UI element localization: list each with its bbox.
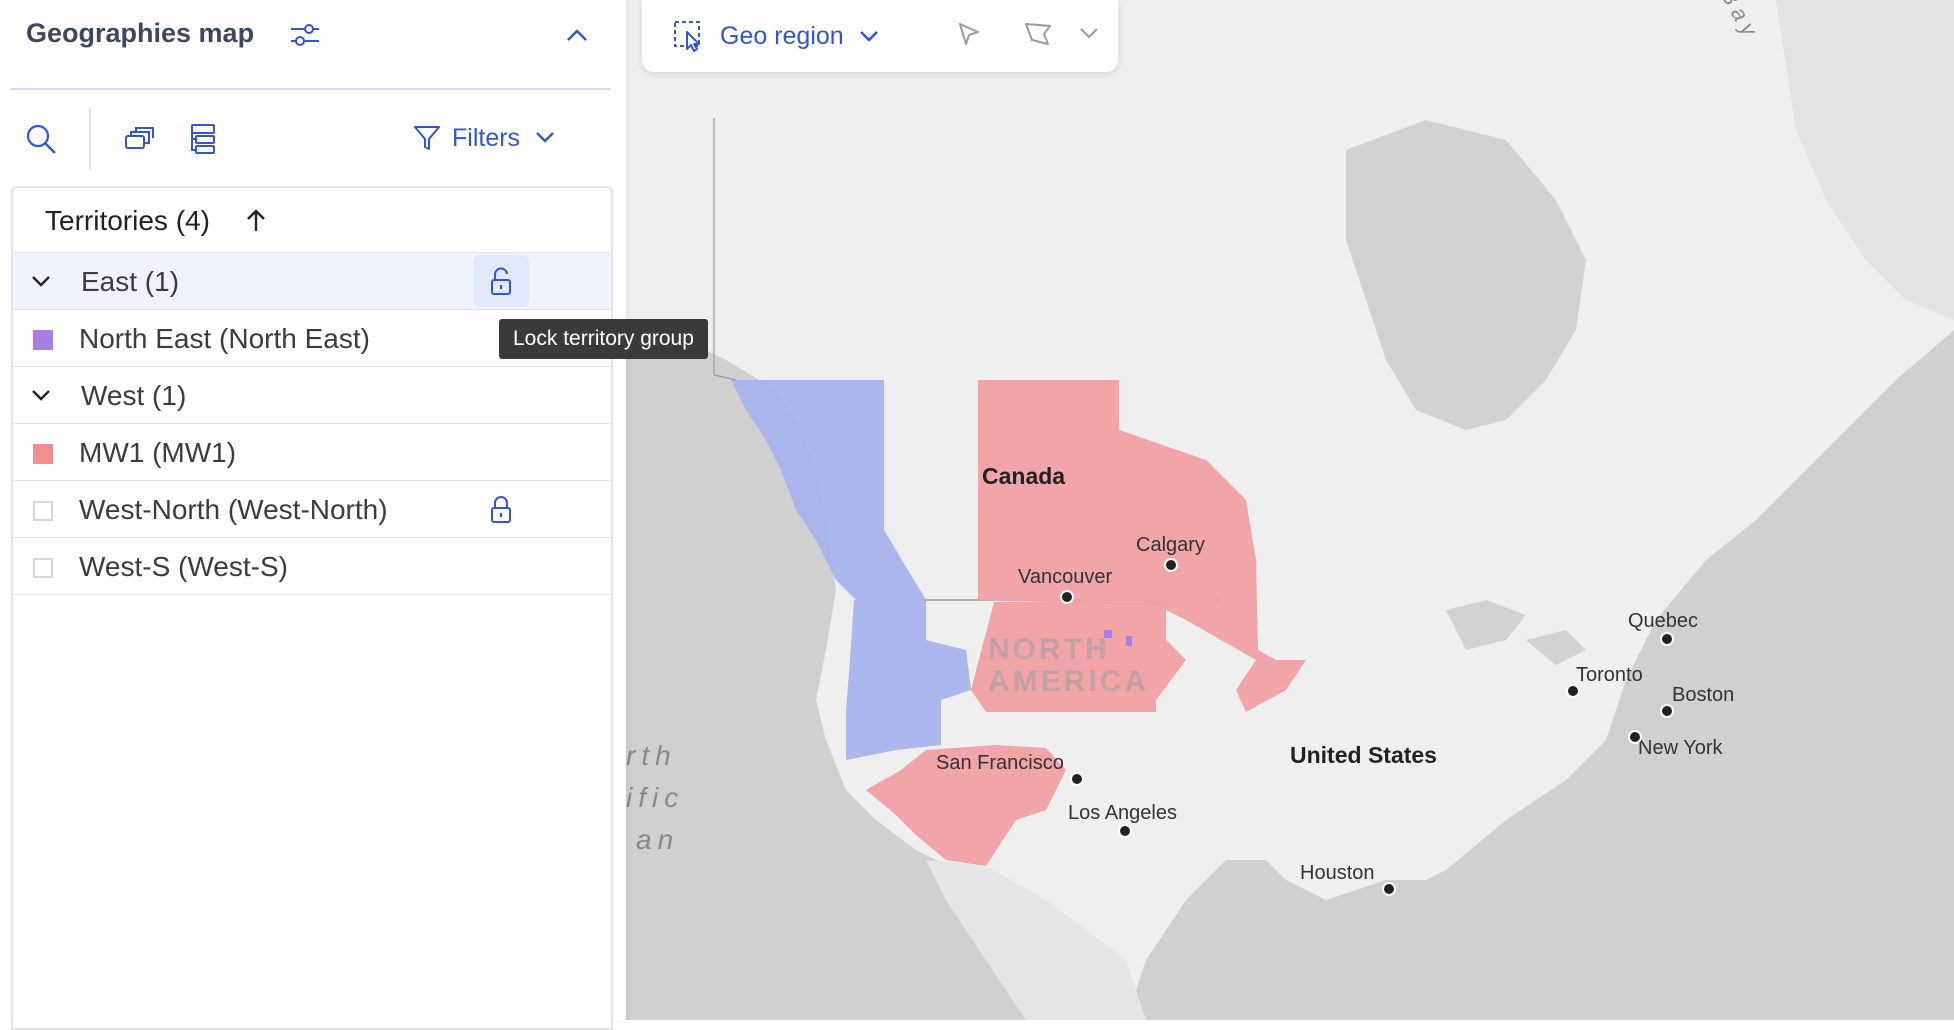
territory-row-west-s[interactable]: West-S (West-S) <box>13 538 611 595</box>
geographies-panel: Geographies map Filters Territories (4) … <box>0 0 626 1030</box>
chevron-down-icon <box>859 31 878 42</box>
group-label-west: West (1) <box>81 380 187 411</box>
select-area-icon <box>674 21 700 52</box>
gulf-of-mexico <box>1306 880 1546 1020</box>
city-dot-houston[interactable] <box>1382 882 1396 896</box>
panel-toolbar: Filters <box>0 100 626 176</box>
city-dot-los-angeles[interactable] <box>1118 824 1132 838</box>
toolbar-separator <box>89 108 91 170</box>
filter-funnel-icon <box>414 126 440 150</box>
lasso-icon[interactable] <box>1022 20 1056 50</box>
label-united-states: United States <box>1290 742 1437 768</box>
geographies-map[interactable]: Canada United States NORTH AMERICA rth i… <box>626 0 1954 1020</box>
territory-list-header[interactable]: Territories (4) <box>13 188 611 253</box>
label-los-angeles: Los Angeles <box>1068 802 1177 824</box>
territory-label-mw1: MW1 (MW1) <box>79 437 237 468</box>
expand-chevron-icon[interactable] <box>29 384 53 406</box>
label-ocean-1: rth <box>626 740 677 771</box>
city-dot-toronto[interactable] <box>1566 684 1580 698</box>
geo-region-label: Geo region <box>720 21 844 50</box>
label-north-america-line1: NORTH <box>988 633 1110 666</box>
hierarchy-list-icon[interactable] <box>186 122 220 156</box>
city-dot-boston[interactable] <box>1660 704 1674 718</box>
filters-label: Filters <box>452 123 521 152</box>
tool-chevron-down-icon[interactable] <box>1078 26 1100 40</box>
territory-row-west-north[interactable]: West-North (West-North) <box>13 481 611 538</box>
sort-arrow-up-icon[interactable] <box>243 208 269 234</box>
territory-row-mw1[interactable]: MW1 (MW1) <box>13 424 611 481</box>
label-quebec: Quebec <box>1628 610 1699 632</box>
label-san-francisco: San Francisco <box>936 752 1064 774</box>
filters-button[interactable]: Filters <box>412 118 560 158</box>
territory-color-swatch[interactable] <box>33 501 53 521</box>
map-canvas[interactable] <box>626 0 1954 1020</box>
territory-color-swatch[interactable] <box>33 330 53 350</box>
collapse-chevron-up-icon[interactable] <box>562 20 592 50</box>
territory-list: Territories (4) East (1) North East (Nor… <box>11 186 613 1030</box>
map-toolbar: Geo region <box>642 0 1118 72</box>
settings-sliders-icon[interactable] <box>288 20 322 50</box>
header-divider <box>10 88 610 90</box>
label-houston: Houston <box>1300 862 1375 884</box>
city-dot-quebec[interactable] <box>1660 632 1674 646</box>
search-icon[interactable] <box>24 122 58 156</box>
filters-chevron-down-icon <box>536 132 554 143</box>
territory-color-swatch[interactable] <box>33 444 53 464</box>
label-north-america: NORTH AMERICA <box>988 634 1149 698</box>
label-ocean-2: ific <box>626 782 685 813</box>
group-row-east[interactable]: East (1) <box>13 253 611 310</box>
lock-tooltip: Lock territory group <box>499 319 708 359</box>
territory-label-west-north: West-North (West-North) <box>79 494 388 525</box>
geo-region-dropdown[interactable]: Geo region <box>672 14 880 58</box>
panel-title: Geographies map <box>26 18 255 48</box>
locked-icon <box>491 496 511 523</box>
panel-header: Geographies map <box>0 0 626 88</box>
city-dot-vancouver[interactable] <box>1060 590 1074 604</box>
city-dot-new-york[interactable] <box>1628 730 1642 744</box>
territories-count-label: Territories (4) <box>45 205 210 236</box>
label-north-america-line2: AMERICA <box>988 665 1149 698</box>
label-vancouver: Vancouver <box>1018 566 1113 588</box>
lock-territory-group-button[interactable] <box>473 255 529 307</box>
expand-chevron-icon[interactable] <box>29 270 53 292</box>
label-canada: Canada <box>982 463 1066 489</box>
label-new-york: New York <box>1638 737 1723 759</box>
label-boston: Boston <box>1672 684 1735 706</box>
unlocked-icon <box>491 267 511 295</box>
pointer-icon[interactable] <box>954 20 984 50</box>
label-toronto: Toronto <box>1576 664 1643 686</box>
label-ocean-3: an <box>636 824 680 855</box>
lock-territory-button[interactable] <box>473 483 529 535</box>
city-dot-san-francisco[interactable] <box>1070 772 1084 786</box>
territory-color-swatch[interactable] <box>33 558 53 578</box>
city-dot-calgary[interactable] <box>1164 558 1178 572</box>
group-label-east: East (1) <box>81 266 180 297</box>
group-row-west[interactable]: West (1) <box>13 367 611 424</box>
label-calgary: Calgary <box>1136 534 1205 556</box>
territory-label-west-s: West-S (West-S) <box>79 551 288 582</box>
territory-label-north-east: North East (North East) <box>79 323 370 354</box>
layers-stack-icon[interactable] <box>122 122 156 156</box>
